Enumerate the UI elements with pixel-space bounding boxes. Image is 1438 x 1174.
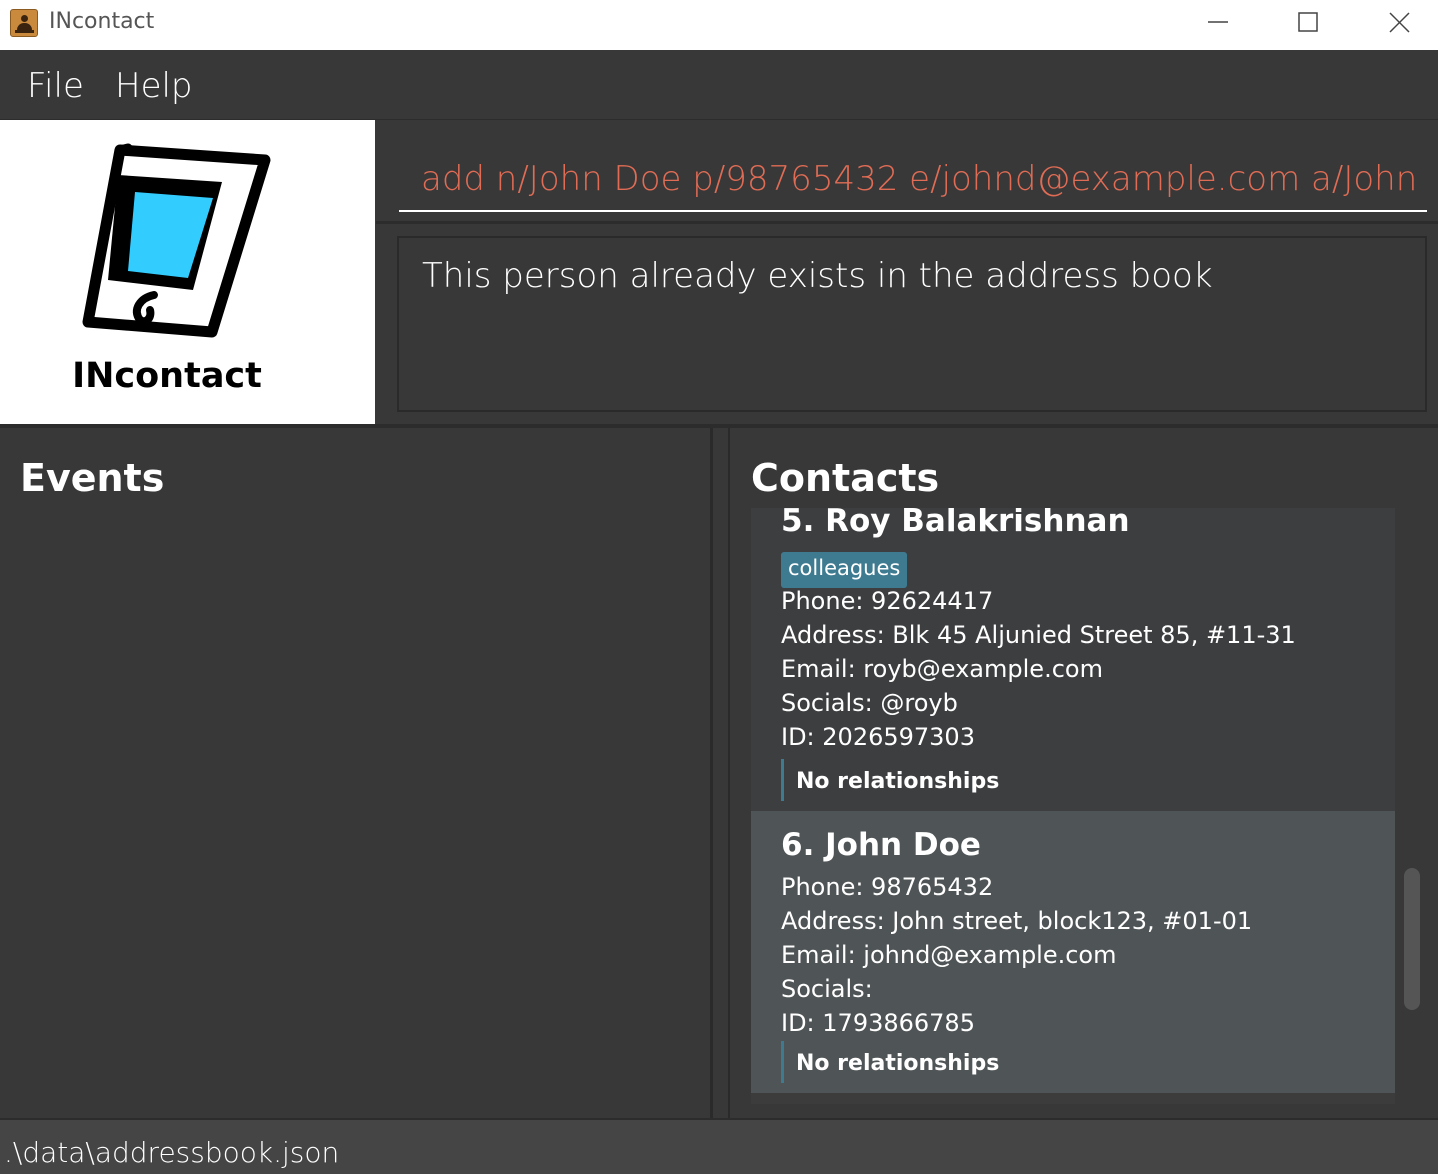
menu-bar: File Help xyxy=(0,50,1438,120)
contact-name: 6. John Doe xyxy=(781,827,981,863)
result-message: This person already exists in the addres… xyxy=(422,256,1213,296)
contact-card-selected[interactable]: 6. John Doe Phone: 98765432 Address: Joh… xyxy=(751,811,1395,1093)
handheld-device-icon xyxy=(82,143,271,338)
contact-book-icon xyxy=(10,9,38,37)
contact-email: Email: royb@example.com xyxy=(781,655,1103,683)
logo-panel: INcontact xyxy=(0,120,375,424)
split-pane-divider[interactable] xyxy=(712,428,730,1118)
contact-tag: colleagues xyxy=(781,552,908,588)
close-button[interactable] xyxy=(1355,0,1438,46)
command-input[interactable] xyxy=(399,148,1427,212)
contact-phone: Phone: 92624417 xyxy=(781,587,994,615)
result-area: This person already exists in the addres… xyxy=(376,224,1438,424)
result-display[interactable]: This person already exists in the addres… xyxy=(397,236,1427,412)
scrollbar-thumb[interactable] xyxy=(1404,868,1420,1010)
status-bar: .\data\addressbook.json xyxy=(0,1118,1438,1174)
command-area xyxy=(376,120,1438,224)
save-location-path: .\data\addressbook.json xyxy=(4,1136,340,1169)
window-title: INcontact xyxy=(49,9,155,34)
maximize-button[interactable] xyxy=(1264,0,1354,46)
events-panel: Events xyxy=(0,428,712,1118)
contact-relationships: No relationships xyxy=(781,759,999,801)
contact-address: Address: Blk 45 Aljunied Street 85, #11-… xyxy=(781,621,1296,649)
contact-relationships: No relationships xyxy=(781,1041,999,1083)
contacts-panel: Contacts 5. Roy Balakrishnan colleagues … xyxy=(730,428,1438,1118)
logo-text: INcontact xyxy=(72,356,262,396)
events-title: Events xyxy=(20,456,165,500)
menu-help[interactable]: Help xyxy=(115,66,193,106)
contact-name: 5. Roy Balakrishnan xyxy=(781,508,1130,539)
menu-file[interactable]: File xyxy=(27,66,84,106)
contacts-title: Contacts xyxy=(751,456,940,500)
contact-address: Address: John street, block123, #01-01 xyxy=(781,907,1253,935)
contact-email: Email: johnd@example.com xyxy=(781,941,1117,969)
contact-id: ID: 2026597303 xyxy=(781,723,975,751)
minimize-button[interactable] xyxy=(1173,0,1263,46)
contact-list[interactable]: 5. Roy Balakrishnan colleagues Phone: 92… xyxy=(751,508,1395,1104)
close-icon xyxy=(1389,12,1410,33)
contact-socials: Socials: xyxy=(781,975,873,1003)
title-bar: INcontact xyxy=(0,0,1438,50)
minimize-icon xyxy=(1208,21,1228,23)
contact-phone: Phone: 98765432 xyxy=(781,873,994,901)
contact-card[interactable]: 5. Roy Balakrishnan colleagues Phone: 92… xyxy=(751,508,1395,811)
contact-socials: Socials: @royb xyxy=(781,689,958,717)
contact-id: ID: 1793866785 xyxy=(781,1009,975,1037)
maximize-icon xyxy=(1298,12,1318,32)
contact-list-scrollbar[interactable] xyxy=(1400,508,1424,1104)
